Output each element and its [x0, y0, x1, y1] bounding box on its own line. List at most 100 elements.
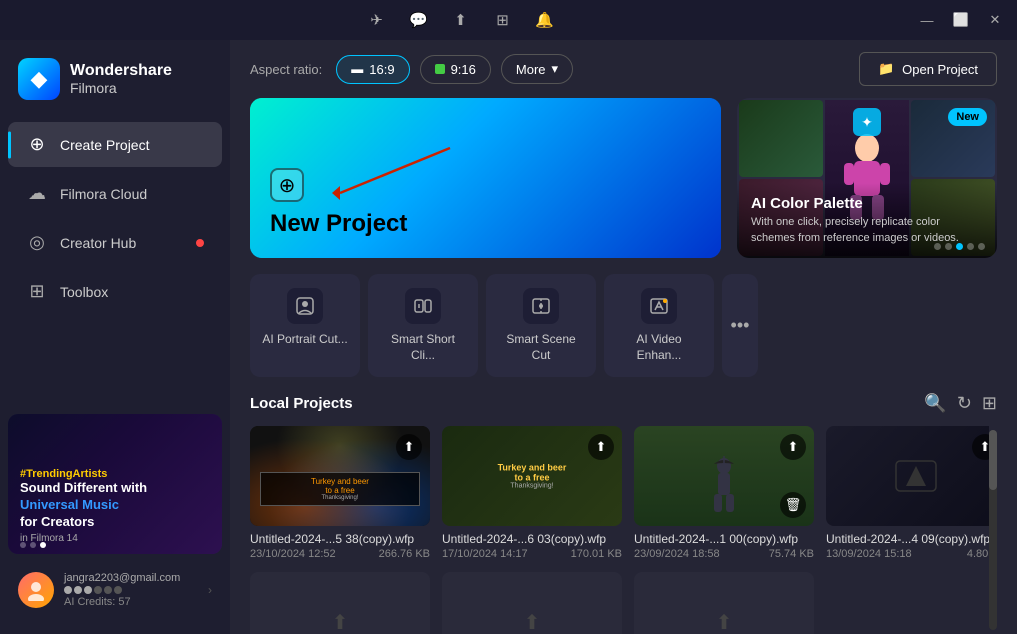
ai-dot-2 [945, 243, 952, 250]
smart-short-clip-button[interactable]: Smart Short Cli... [368, 274, 478, 377]
project-card-2[interactable]: Turkey and beer to a free Thanksgiving! … [442, 426, 622, 560]
ai-video-enhance-button[interactable]: AI Video Enhan... [604, 274, 714, 377]
smart-scene-icon [523, 288, 559, 324]
sidebar-item-hub[interactable]: ◎ Creator Hub [8, 220, 222, 265]
cloud-icon: ☁ [26, 183, 48, 204]
notification-icon[interactable]: 🔔 [531, 6, 559, 34]
close-button[interactable]: ✕ [981, 6, 1009, 34]
more-actions-button[interactable]: ••• [722, 274, 758, 377]
star-4 [94, 586, 102, 594]
project-meta-1: 23/10/2024 12:52 266.76 KB [250, 548, 430, 560]
project-card-loading-3[interactable]: ⬆ [634, 572, 814, 634]
cloud-upload-icon-1[interactable]: ⬆ [396, 434, 422, 460]
project-size-4: 4.80 KB [967, 548, 989, 560]
aspect-9-16-button[interactable]: 9:16 [420, 55, 491, 84]
project-date-2: 17/10/2024 14:17 [442, 548, 528, 560]
smart-short-label: Smart Short Cli... [378, 332, 468, 363]
project-card-4[interactable]: ⬆ Untitled-2024-...4 09(copy).wfp 13/09/… [826, 426, 989, 560]
project-name-4: Untitled-2024-...4 09(copy).wfp [826, 532, 989, 546]
section-header: Local Projects 🔍 ↻ ⊞ [250, 393, 997, 414]
ai-dot-1 [934, 243, 941, 250]
window-controls: — ⬜ ✕ [913, 6, 1009, 34]
section-actions: 🔍 ↻ ⊞ [924, 393, 997, 414]
sidebar-bottom: #TrendingArtists Sound Different with Un… [0, 406, 230, 626]
ai-feature-card[interactable]: ✦ New AI Color Palette With one click, p… [737, 98, 997, 258]
user-avatar-icon [25, 579, 47, 601]
more-aspect-button[interactable]: More ▾ [501, 54, 573, 84]
top-icons: ✈ 💬 ⬆ ⊞ 🔔 [8, 6, 913, 34]
project-card-1[interactable]: Turkey and beer to a free Thanksgiving! … [250, 426, 430, 560]
ai-portrait-label: AI Portrait Cut... [262, 332, 347, 348]
ai-dot-5 [978, 243, 985, 250]
arrow-decoration [310, 128, 470, 208]
header-bar: Aspect ratio: ▬ 16:9 9:16 More ▾ 📁 Open … [230, 40, 1017, 98]
project-meta-4: 13/09/2024 15:18 4.80 KB [826, 548, 989, 560]
project-thumb-loading-1: ⬆ [250, 572, 430, 634]
content-area: ⊕ New Project [230, 98, 1017, 274]
user-avatar [18, 572, 54, 608]
projects-scrollbar-thumb[interactable] [989, 430, 997, 490]
smart-scene-cut-button[interactable]: Smart Scene Cut [486, 274, 596, 377]
new-project-card[interactable]: ⊕ New Project [250, 98, 721, 258]
cloud-upload-icon-2[interactable]: ⬆ [588, 434, 614, 460]
star-6 [114, 586, 122, 594]
user-menu-arrow[interactable]: › [208, 583, 212, 597]
new-badge: New [948, 108, 987, 126]
grid-icon[interactable]: ⊞ [489, 6, 517, 34]
search-projects-icon[interactable]: 🔍 [924, 393, 946, 414]
banner-tag: #TrendingArtists [20, 468, 147, 480]
dropdown-chevron-icon: ▾ [552, 61, 559, 77]
refresh-projects-icon[interactable]: ↻ [957, 393, 972, 414]
project-name-2: Untitled-2024-...6 03(copy).wfp [442, 532, 622, 546]
project-meta-2: 17/10/2024 14:17 170.01 KB [442, 548, 622, 560]
layout-toggle-icon[interactable]: ⊞ [982, 393, 997, 414]
collage-cell-1 [739, 100, 823, 177]
user-info: jangra2203@gmail.com AI Credits: 57 [64, 572, 198, 608]
aspect-16-9-button[interactable]: ▬ 16:9 [336, 55, 409, 84]
project-thumb-loading-2: ⬆ [442, 572, 622, 634]
sidebar-item-toolbox[interactable]: ⊞ Toolbox [8, 269, 222, 314]
sidebar-item-create[interactable]: ⊕ Create Project [8, 122, 222, 167]
open-project-button[interactable]: 📁 Open Project [859, 52, 997, 86]
app-logo: ◆ Wondershare Filmora [0, 48, 230, 120]
ai-dot-4 [967, 243, 974, 250]
project-card-loading-1[interactable]: ⬆ [250, 572, 430, 634]
projects-scroll-area[interactable]: Turkey and beer to a free Thanksgiving! … [250, 426, 989, 634]
delete-project-3-icon[interactable]: 🗑 [780, 492, 806, 518]
project-info-1: Untitled-2024-...5 38(copy).wfp 23/10/20… [250, 532, 430, 560]
new-project-plus-icon: ⊕ [270, 168, 304, 202]
create-label: Create Project [60, 137, 149, 153]
sidebar: ◆ Wondershare Filmora ⊕ Create Project ☁… [0, 40, 230, 634]
user-profile[interactable]: jangra2203@gmail.com AI Credits: 57 › [8, 562, 222, 618]
project-date-4: 13/09/2024 15:18 [826, 548, 912, 560]
cloud-upload-icon[interactable]: ⬆ [447, 6, 475, 34]
message-icon[interactable]: 💬 [405, 6, 433, 34]
project-meta-3: 23/09/2024 18:58 75.74 KB [634, 548, 814, 560]
project-info-3: Untitled-2024-...1 00(copy).wfp 23/09/20… [634, 532, 814, 560]
thumb-overlay-4: ⬆ [826, 426, 989, 526]
projects-row-2: ⬆ ⬆ ⬆ [250, 572, 989, 634]
send-icon[interactable]: ✈ [363, 6, 391, 34]
project-card-3[interactable]: ⬆ 🗑 Untitled-2024-...1 00(copy).wfp 23/0… [634, 426, 814, 560]
new-project-label: New Project [270, 210, 701, 238]
portrait-indicator [435, 64, 445, 74]
user-stars [64, 586, 198, 594]
upload-placeholder-icon-2: ⬆ [524, 610, 541, 634]
promo-banner[interactable]: #TrendingArtists Sound Different with Un… [8, 414, 222, 554]
project-thumb-2: Turkey and beer to a free Thanksgiving! … [442, 426, 622, 526]
cloud-upload-icon-3[interactable]: ⬆ [780, 434, 806, 460]
ai-portrait-cut-button[interactable]: AI Portrait Cut... [250, 274, 360, 377]
ai-dot-3 [956, 243, 963, 250]
projects-scrollbar-track[interactable] [989, 430, 997, 630]
project-card-loading-2[interactable]: ⬆ [442, 572, 622, 634]
project-size-1: 266.76 KB [379, 548, 430, 560]
minimize-button[interactable]: — [913, 6, 941, 34]
cloud-upload-icon-4[interactable]: ⬆ [972, 434, 989, 460]
cloud-label: Filmora Cloud [60, 186, 147, 202]
thumb-overlay-1: ⬆ [250, 426, 430, 526]
projects-container: Turkey and beer to a free Thanksgiving! … [250, 426, 997, 634]
user-email: jangra2203@gmail.com [64, 572, 198, 584]
create-icon: ⊕ [26, 134, 48, 155]
maximize-button[interactable]: ⬜ [947, 6, 975, 34]
sidebar-item-cloud[interactable]: ☁ Filmora Cloud [8, 171, 222, 216]
